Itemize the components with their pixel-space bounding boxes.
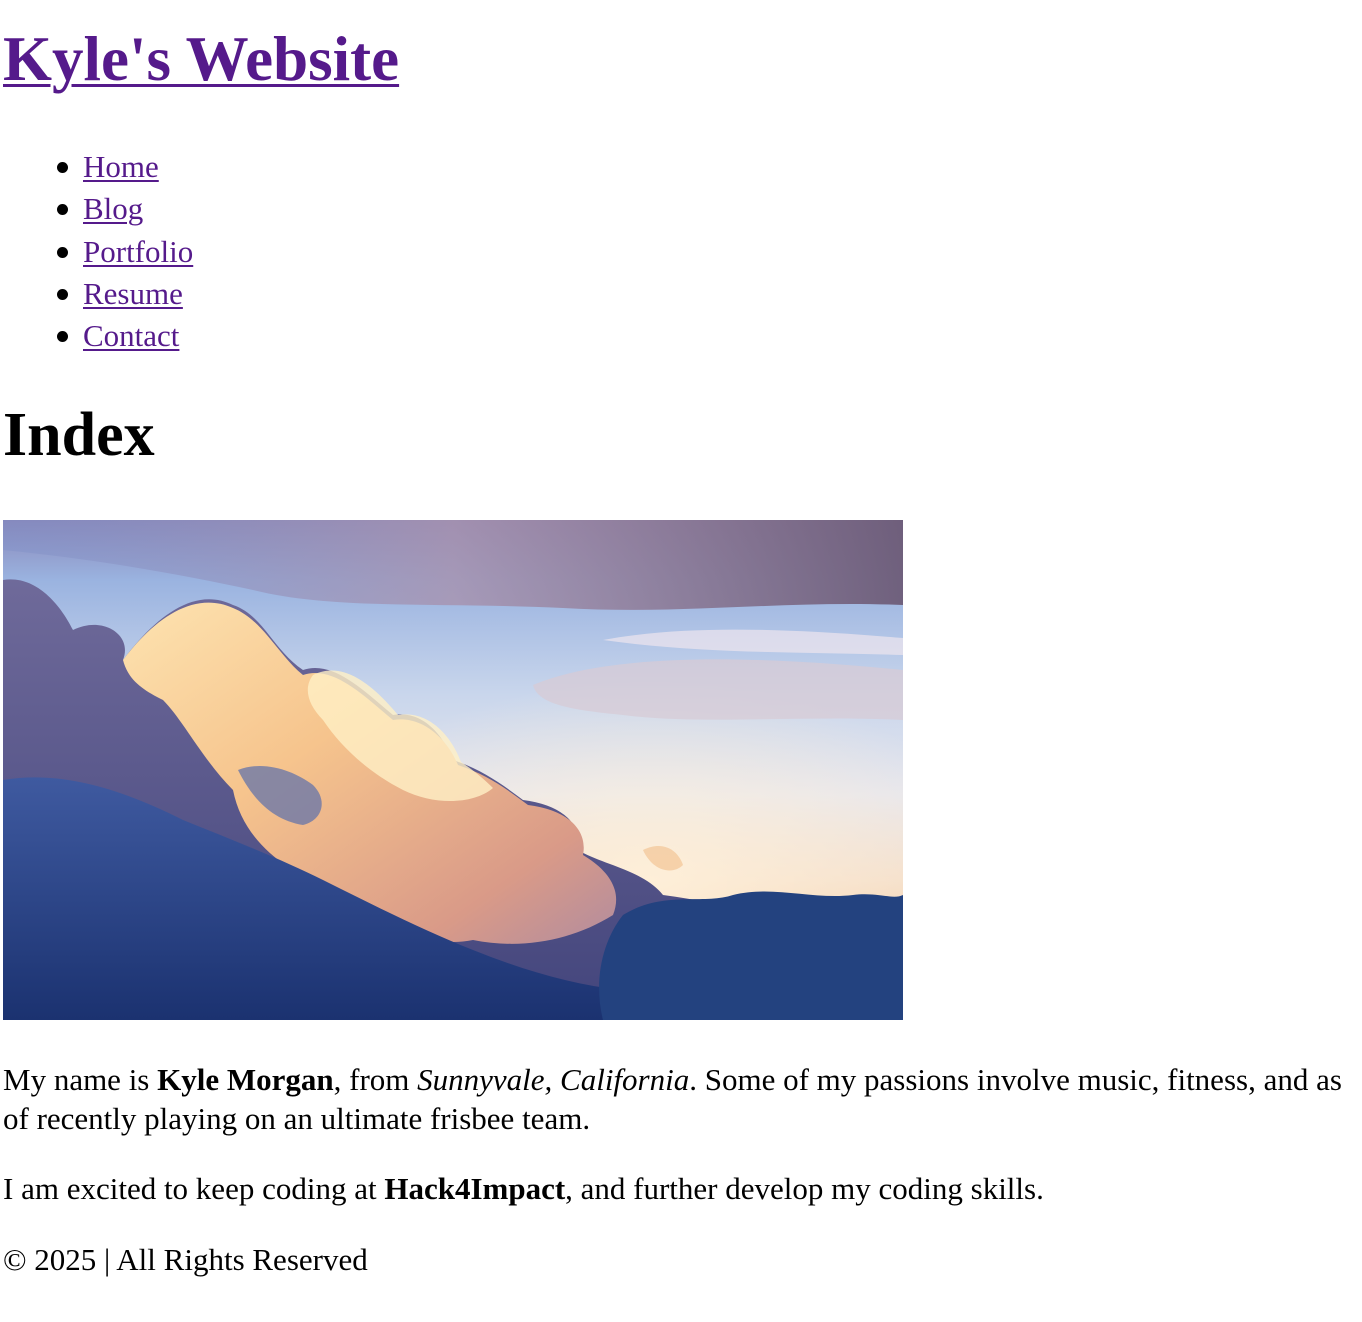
page: Kyle's Website Home Blog Portfolio Resum…	[0, 0, 1362, 1322]
page-heading: Index	[3, 401, 155, 469]
nav-link-home[interactable]: Home	[83, 149, 159, 184]
nav-item-home: Home	[57, 146, 193, 188]
site-title-link[interactable]: Kyle's Website	[3, 24, 399, 94]
bullet-icon	[57, 246, 68, 258]
intro-location: Sunnyvale, California	[417, 1062, 690, 1097]
second-text-1: I am excited to keep coding at	[3, 1171, 385, 1206]
bullet-icon	[57, 204, 68, 216]
site-title: Kyle's Website	[3, 20, 399, 98]
intro-name: Kyle Morgan	[157, 1062, 334, 1097]
second-text-2: , and further develop my coding skills.	[565, 1171, 1044, 1206]
intro-paragraph: My name is Kyle Morgan, from Sunnyvale, …	[3, 1060, 1361, 1138]
nav-item-blog: Blog	[57, 188, 193, 230]
bullet-icon	[57, 288, 68, 300]
bullet-icon	[57, 162, 68, 173]
footer-copyright: © 2025 | All Rights Reserved	[3, 1242, 368, 1277]
nav-item-contact: Contact	[57, 315, 193, 357]
bullet-icon	[57, 331, 68, 343]
intro-text-2: , from	[333, 1062, 418, 1097]
second-paragraph: I am excited to keep coding at Hack4Impa…	[3, 1169, 1361, 1208]
second-org: Hack4Impact	[384, 1171, 566, 1206]
nav-link-contact[interactable]: Contact	[83, 318, 179, 353]
nav-link-resume[interactable]: Resume	[83, 276, 183, 311]
nav-link-blog[interactable]: Blog	[83, 191, 143, 226]
main-nav: Home Blog Portfolio Resume Contact	[0, 146, 193, 357]
nav-link-portfolio[interactable]: Portfolio	[83, 234, 193, 269]
hero-image-clouds	[3, 520, 903, 1020]
nav-item-resume: Resume	[57, 273, 193, 315]
nav-item-portfolio: Portfolio	[57, 231, 193, 273]
intro-text-1: My name is	[3, 1062, 158, 1097]
